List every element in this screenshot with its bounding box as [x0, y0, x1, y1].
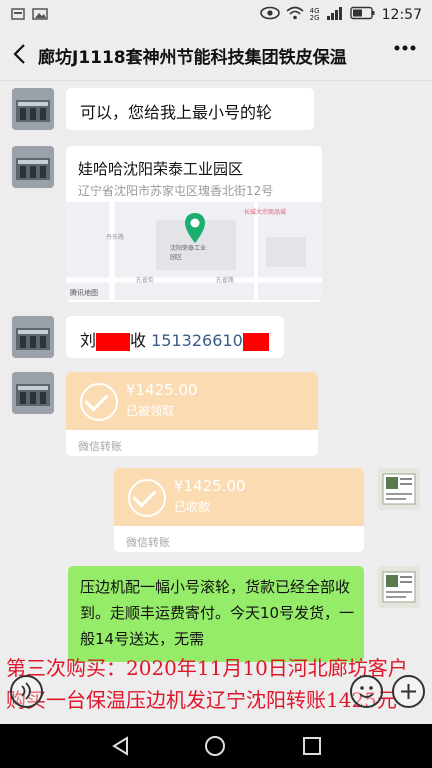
- signal-icon: [326, 6, 344, 24]
- chat-header: 廊坊J1118套神州节能科技集团铁皮保温: [0, 30, 432, 81]
- nav-home-icon[interactable]: [204, 735, 226, 761]
- contact-avatar[interactable]: [12, 88, 54, 130]
- notification-icons: [10, 7, 48, 21]
- map-label: 孔雀街: [136, 277, 155, 284]
- recipient-line: 刘 收 151326610: [80, 327, 269, 351]
- transfer-footer: 微信转账: [126, 536, 170, 549]
- map-preview: 沈阳荣泰工业园区 长城大宗商品城 丹东路 孔雀街 孔雀路 腾讯地图: [66, 202, 322, 300]
- nav-recent-icon[interactable]: [302, 736, 322, 760]
- transfer-amount: ¥1425.00: [126, 381, 198, 399]
- map-label: 孔雀路: [216, 277, 235, 284]
- transfer-status: 已收款: [174, 500, 211, 514]
- network-label: 4G 2G: [309, 7, 320, 22]
- transfer-footer: 微信转账: [78, 440, 122, 453]
- redaction-mark: [242, 332, 269, 351]
- message-text: 可以，您给我上最小号的轮: [80, 103, 273, 122]
- image-icon: [32, 7, 48, 21]
- location-card[interactable]: 娃哈哈沈阳荣泰工业园区 辽宁省沈阳市苏家屯区瑰香北街12号 沈阳荣泰工业园区 长…: [66, 146, 322, 302]
- status-bar: 4G 2G 12:57: [0, 0, 432, 30]
- system-nav-bar: [0, 724, 432, 768]
- transfer-card-sent[interactable]: ¥1425.00 已收款 微信转账: [114, 468, 364, 552]
- transfer-card-received[interactable]: ¥1425.00 已被领取 微信转账: [66, 372, 318, 456]
- redaction-mark: [96, 332, 131, 351]
- chat-title: 廊坊J1118套神州节能科技集团铁皮保温: [38, 48, 347, 68]
- clock: 12:57: [381, 7, 422, 23]
- recipient-surname: 刘: [80, 331, 97, 350]
- more-icon[interactable]: [392, 36, 418, 66]
- voice-icon[interactable]: [10, 675, 43, 708]
- location-address: 辽宁省沈阳市苏家屯区瑰香北街12号: [78, 184, 274, 198]
- plus-icon[interactable]: [392, 675, 425, 708]
- message-bubble[interactable]: 可以，您给我上最小号的轮: [66, 88, 314, 130]
- contact-avatar[interactable]: [12, 316, 54, 358]
- my-avatar[interactable]: [378, 468, 420, 510]
- contact-avatar[interactable]: [12, 146, 54, 188]
- recipient-suffix: 收: [130, 331, 147, 350]
- message-text: 压边机配一幅小号滚轮，货款已经全部收到。走顺丰运费寄付。今天10号发货，一般14…: [80, 578, 355, 648]
- phone-number[interactable]: 151326610: [151, 331, 243, 350]
- location-name: 娃哈哈沈阳荣泰工业园区: [78, 160, 244, 178]
- map-provider-label: 腾讯地图: [70, 289, 98, 297]
- message-bubble[interactable]: 压边机配一幅小号滚轮，货款已经全部收到。走顺丰运费寄付。今天10号发货，一般14…: [68, 566, 364, 662]
- transfer-amount: ¥1425.00: [174, 477, 246, 495]
- my-avatar[interactable]: [378, 566, 420, 608]
- notification-icon: [10, 7, 26, 21]
- map-label: 丹东路: [106, 234, 125, 241]
- location-pin-icon: [183, 212, 207, 248]
- eye-icon: [259, 6, 280, 24]
- map-label: 长城大宗商品城: [244, 209, 287, 216]
- nav-back-icon[interactable]: [110, 735, 132, 761]
- back-icon[interactable]: [12, 42, 28, 72]
- emoji-icon[interactable]: [350, 675, 383, 708]
- transfer-status: 已被领取: [126, 404, 175, 418]
- contact-avatar[interactable]: [12, 372, 54, 414]
- battery-icon: [349, 6, 376, 24]
- wifi-icon: [286, 6, 304, 24]
- message-bubble[interactable]: 刘 收 151326610: [66, 316, 284, 358]
